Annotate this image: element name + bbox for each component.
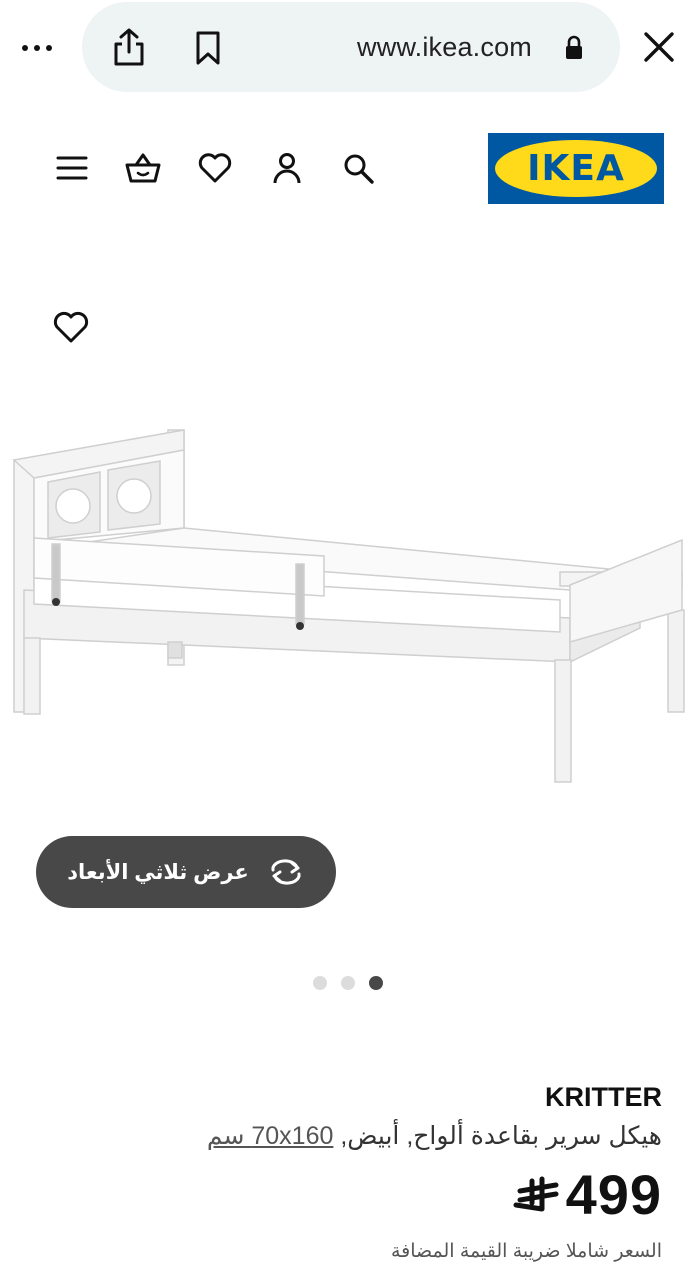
price-value: 499 <box>565 1163 662 1226</box>
menu-icon[interactable] <box>54 150 90 186</box>
carousel-indicator <box>313 976 383 990</box>
logo-oval: IKEA <box>495 140 657 197</box>
product-dimensions-link[interactable]: 70x160 سم <box>207 1122 334 1150</box>
riyal-symbol-icon <box>513 1176 559 1211</box>
product-name[interactable]: KRITTER <box>545 1082 662 1113</box>
carousel-dot[interactable] <box>341 976 355 990</box>
basket-icon[interactable] <box>125 150 161 186</box>
ikea-logo[interactable]: IKEA <box>488 133 664 204</box>
rotate-3d-icon <box>271 859 301 885</box>
product-description: هيكل سرير بقاعدة ألواح, أبيض, 70x160 سم <box>207 1121 662 1151</box>
more-options-icon[interactable] <box>22 38 58 58</box>
user-icon[interactable] <box>269 150 305 186</box>
carousel-dot[interactable] <box>313 976 327 990</box>
vat-note: السعر شاملا ضريبة القيمة المضافة <box>390 1241 662 1262</box>
lock-icon <box>566 35 582 59</box>
url-bar[interactable]: www.ikea.com <box>82 2 620 92</box>
heart-icon[interactable] <box>197 150 233 186</box>
close-icon[interactable] <box>640 28 678 66</box>
product-price: 499 <box>512 1162 662 1227</box>
bookmark-icon[interactable] <box>192 30 224 66</box>
logo-text: IKEA <box>527 148 625 189</box>
favourite-heart-icon[interactable] <box>52 309 90 345</box>
view-3d-label: عرض ثلاثي الأبعاد <box>67 860 249 884</box>
product-description-main: هيكل سرير بقاعدة ألواح, أبيض, <box>340 1122 662 1150</box>
carousel-dot-active[interactable] <box>369 976 383 990</box>
search-icon[interactable] <box>340 150 376 186</box>
view-3d-button[interactable]: عرض ثلاثي الأبعاد <box>36 836 336 908</box>
share-icon[interactable] <box>108 26 150 68</box>
url-text[interactable]: www.ikea.com <box>357 32 532 63</box>
product-image[interactable] <box>0 410 700 810</box>
